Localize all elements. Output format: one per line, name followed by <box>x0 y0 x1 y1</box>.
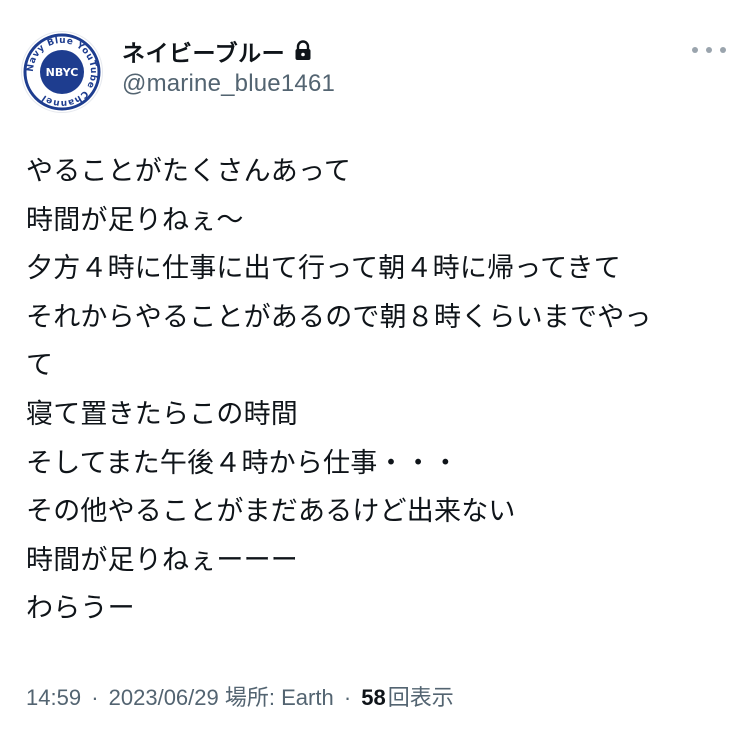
tweet-header: Navy Blue YouTube Channel NBYC ネイビーブルー @… <box>22 32 728 112</box>
views-count[interactable]: 58 <box>361 685 385 710</box>
avatar[interactable]: Navy Blue YouTube Channel NBYC <box>22 32 102 112</box>
tweet-line: 寝て置きたらこの時間 <box>26 398 298 430</box>
user-handle[interactable]: @marine_blue1461 <box>122 70 335 98</box>
tweet-location: 場所: Earth <box>224 685 334 710</box>
meta-separator: · <box>343 685 352 710</box>
tweet-meta: 14:59 · 2023/06/29 場所: Earth · 58回表示 <box>26 680 454 712</box>
tweet-text: やることがたくさんあって 時間が足りねぇ〜 夕方４時に仕事に出て行って朝４時に帰… <box>26 148 726 634</box>
tweet-date[interactable]: 2023/06/29 <box>109 685 219 710</box>
tweet-line: わらうー <box>26 593 135 625</box>
lock-icon <box>293 40 313 62</box>
more-options-icon[interactable] <box>692 38 726 62</box>
avatar-center-text: NBYC <box>46 66 79 79</box>
name-block: ネイビーブルー @marine_blue1461 <box>122 36 335 98</box>
tweet-line: 夕方４時に仕事に出て行って朝４時に帰ってきて <box>26 253 621 285</box>
tweet-line: 時間が足りねぇ〜 <box>26 204 244 236</box>
tweet-line: その他やることがまだあるけど出来ない <box>26 496 516 528</box>
tweet-line: やることがたくさんあって <box>26 156 352 187</box>
meta-separator: · <box>91 685 99 710</box>
display-name[interactable]: ネイビーブルー <box>122 34 285 68</box>
tweet-line: そしてまた午後４時から仕事・・・ <box>26 447 460 479</box>
tweet-line: て <box>26 350 54 382</box>
nbyc-logo-icon: Navy Blue YouTube Channel NBYC <box>23 33 101 111</box>
display-name-row: ネイビーブルー <box>122 34 335 68</box>
tweet-time[interactable]: 14:59 <box>26 685 81 710</box>
tweet-line: それからやることがあるので朝８時くらいまでやっ <box>26 301 652 333</box>
views-label: 回表示 <box>387 685 454 710</box>
tweet-line: 時間が足りねぇーーー <box>26 544 298 576</box>
